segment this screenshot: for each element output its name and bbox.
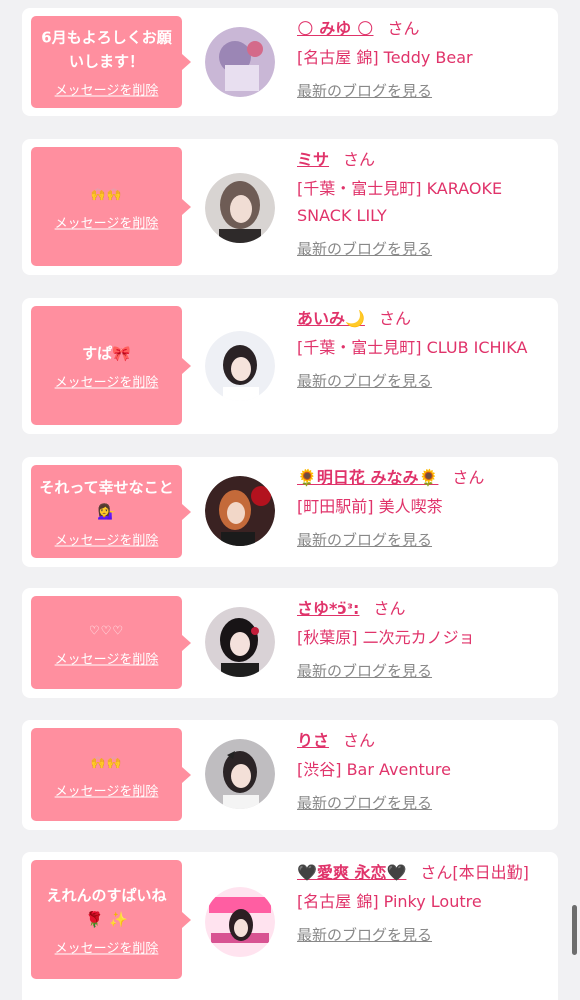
name-row: 🌻明日花 みなみ🌻 さん — [297, 465, 547, 491]
delete-message-link[interactable]: メッセージを削除 — [55, 212, 159, 231]
message-card: えれんのすぱいね 🌹 ✨ メッセージを削除 🖤愛爽 永恋🖤 さん[本日出勤] [名… — [22, 852, 558, 1000]
latest-blog-link[interactable]: 最新のブログを見る — [297, 924, 432, 945]
latest-blog-link[interactable]: 最新のブログを見る — [297, 792, 432, 813]
delete-message-link[interactable]: メッセージを削除 — [55, 937, 159, 956]
delete-message-link[interactable]: メッセージを削除 — [55, 648, 159, 667]
cast-name-link[interactable]: りさ — [297, 731, 329, 750]
cast-name-link[interactable]: さゆ*ↄ̈ᵌ: — [297, 599, 359, 618]
cast-info: ミサ さん [千葉・富士見町] KARAOKE SNACK LILY 最新のブログ… — [297, 147, 547, 259]
shop-name: [名古屋 錦] Teddy Bear — [297, 48, 473, 67]
latest-blog-link[interactable]: 最新のブログを見る — [297, 80, 432, 101]
name-row: あいみ🌙 さん — [297, 306, 547, 332]
message-bubble: 6月もよろしくお願いします！ メッセージを削除 — [31, 16, 191, 108]
avatar[interactable] — [205, 739, 275, 809]
latest-blog-link[interactable]: 最新のブログを見る — [297, 370, 432, 391]
cast-name-link[interactable]: あいみ🌙 — [297, 309, 365, 328]
cast-name-link[interactable]: 🌕 みゆ 🌕 — [297, 19, 374, 38]
scrollbar[interactable] — [572, 905, 577, 955]
honorific: さん — [378, 309, 411, 328]
message-text: ♡♡♡ — [88, 623, 125, 637]
cast-info: りさ さん [渋谷] Bar Aventure 最新のブログを見る — [297, 728, 547, 813]
message-text: すぱ🎀 — [82, 344, 131, 362]
name-row: ミサ さん — [297, 147, 547, 173]
avatar[interactable] — [205, 27, 275, 97]
message-bubble: それって幸せなこと💁‍♀️ メッセージを削除 — [31, 465, 191, 558]
avatar[interactable] — [205, 331, 275, 401]
message-text: 🙌🙌 — [90, 187, 123, 201]
shop-name: [町田駅前] 美人喫茶 — [297, 497, 443, 516]
honorific: さん — [343, 731, 376, 750]
cast-name-link[interactable]: 🖤愛爽 永恋🖤 — [297, 863, 406, 882]
cast-info: 🖤愛爽 永恋🖤 さん[本日出勤] [名古屋 錦] Pinky Loutre 最新の… — [297, 860, 547, 945]
shop-name: [名古屋 錦] Pinky Loutre — [297, 892, 482, 911]
cast-info: あいみ🌙 さん [千葉・富士見町] CLUB ICHIKA 最新のブログを見る — [297, 306, 547, 391]
message-bubble: すぱ🎀 メッセージを削除 — [31, 306, 191, 425]
avatar[interactable] — [205, 607, 275, 677]
avatar[interactable] — [205, 173, 275, 243]
cast-info: 🌕 みゆ 🌕 さん [名古屋 錦] Teddy Bear 最新のブログを見る — [297, 16, 547, 101]
honorific: さん — [387, 19, 420, 38]
name-row: 🌕 みゆ 🌕 さん — [297, 16, 547, 42]
message-text: 🙌🙌 — [90, 755, 123, 769]
delete-message-link[interactable]: メッセージを削除 — [55, 529, 159, 548]
honorific: さん — [452, 468, 485, 487]
avatar[interactable] — [205, 476, 275, 546]
shop-name: [千葉・富士見町] KARAOKE SNACK LILY — [297, 179, 503, 225]
shop-name: [渋谷] Bar Aventure — [297, 760, 451, 779]
message-bubble: えれんのすぱいね 🌹 ✨ メッセージを削除 — [31, 860, 191, 979]
latest-blog-link[interactable]: 最新のブログを見る — [297, 238, 432, 259]
latest-blog-link[interactable]: 最新のブログを見る — [297, 529, 432, 550]
message-card: 6月もよろしくお願いします！ メッセージを削除 🌕 みゆ 🌕 さん [名古屋 錦]… — [22, 8, 558, 116]
shop-name: [千葉・富士見町] CLUB ICHIKA — [297, 338, 528, 357]
message-bubble: 🙌🙌 メッセージを削除 — [31, 147, 191, 266]
cast-name-link[interactable]: ミサ — [297, 150, 329, 169]
shop-name: [秋葉原] 二次元カノジョ — [297, 628, 475, 647]
message-bubble: 🙌🙌 メッセージを削除 — [31, 728, 191, 821]
name-row: りさ さん — [297, 728, 547, 754]
message-text: えれんのすぱいね 🌹 ✨ — [46, 886, 167, 928]
name-row: さゆ*ↄ̈ᵌ: さん — [297, 596, 547, 622]
message-card: すぱ🎀 メッセージを削除 あいみ🌙 さん [千葉・富士見町] CLUB ICHIK… — [22, 298, 558, 434]
avatar[interactable] — [205, 887, 275, 957]
delete-message-link[interactable]: メッセージを削除 — [55, 80, 159, 99]
message-text: それって幸せなこと💁‍♀️ — [39, 478, 174, 520]
message-text: 6月もよろしくお願いします！ — [41, 28, 172, 71]
delete-message-link[interactable]: メッセージを削除 — [55, 780, 159, 799]
honorific: さん — [343, 150, 376, 169]
honorific: さん[本日出勤] — [420, 863, 529, 882]
cast-info: さゆ*ↄ̈ᵌ: さん [秋葉原] 二次元カノジョ 最新のブログを見る — [297, 596, 547, 681]
delete-message-link[interactable]: メッセージを削除 — [55, 371, 159, 390]
message-card: それって幸せなこと💁‍♀️ メッセージを削除 🌻明日花 みなみ🌻 さん [町田駅前… — [22, 457, 558, 567]
cast-info: 🌻明日花 みなみ🌻 さん [町田駅前] 美人喫茶 最新のブログを見る — [297, 465, 547, 550]
message-card: ♡♡♡ メッセージを削除 さゆ*ↄ̈ᵌ: さん [秋葉原] 二次元カノジョ 最新の… — [22, 588, 558, 698]
latest-blog-link[interactable]: 最新のブログを見る — [297, 660, 432, 681]
message-bubble: ♡♡♡ メッセージを削除 — [31, 596, 191, 689]
cast-name-link[interactable]: 🌻明日花 みなみ🌻 — [297, 468, 438, 487]
message-card: 🙌🙌 メッセージを削除 りさ さん [渋谷] Bar Aventure 最新のブロ… — [22, 720, 558, 830]
name-row: 🖤愛爽 永恋🖤 さん[本日出勤] — [297, 860, 547, 886]
message-card: 🙌🙌 メッセージを削除 ミサ さん [千葉・富士見町] KARAOKE SNACK… — [22, 139, 558, 275]
honorific: さん — [373, 599, 406, 618]
